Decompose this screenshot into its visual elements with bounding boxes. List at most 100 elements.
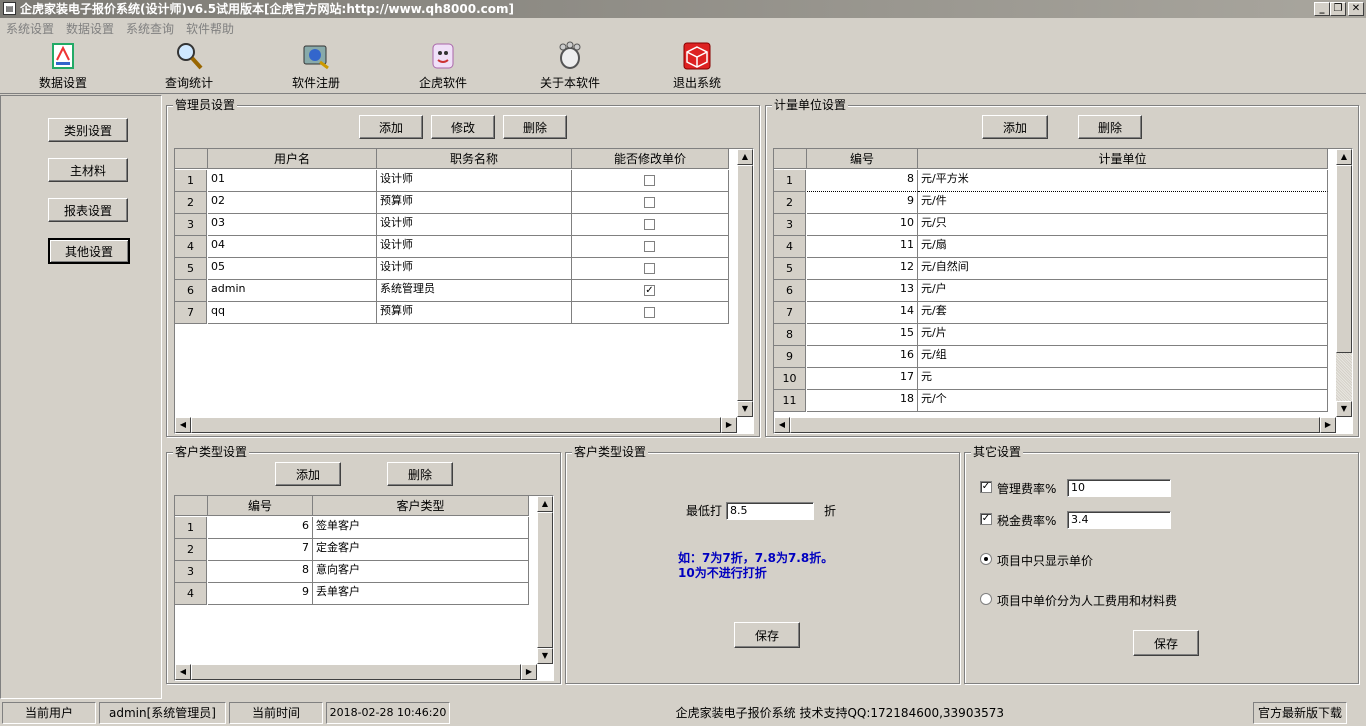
unit-name-cell[interactable]: 元 — [918, 368, 1328, 390]
sidebar-item-other-settings[interactable]: 其他设置 — [48, 238, 130, 264]
admin-table[interactable]: 用户名 职务名称 能否修改单价 1 01 设计师 2 02 预算师 3 03 设计师 4 04 设计师… — [174, 148, 754, 434]
toolbar-query-stats[interactable]: 查询统计 — [144, 40, 234, 92]
unit-price-only-radio[interactable] — [980, 553, 992, 565]
admin-user-cell[interactable]: admin — [208, 280, 377, 302]
admin-user-cell[interactable]: 05 — [208, 258, 377, 280]
minimize-button[interactable]: _ — [1314, 2, 1330, 16]
admin-edit-button[interactable]: 修改 — [431, 115, 495, 139]
units-delete-button[interactable]: 删除 — [1078, 115, 1142, 139]
admin-role-cell[interactable]: 设计师 — [377, 236, 572, 258]
official-download-link[interactable]: 官方最新版下载 — [1253, 702, 1347, 724]
menu-data-settings[interactable]: 数据设置 — [66, 20, 114, 37]
vertical-scrollbar[interactable]: ▲ ▼ — [537, 496, 553, 664]
customer-types-add-button[interactable]: 添加 — [275, 462, 341, 486]
toolbar-about[interactable]: 关于本软件 — [525, 40, 615, 92]
admin-can-edit-cell[interactable] — [572, 258, 729, 280]
scroll-thumb[interactable] — [191, 417, 721, 433]
restore-button[interactable]: ❐ — [1330, 2, 1346, 16]
customer-type-name-cell[interactable]: 定金客户 — [313, 539, 529, 561]
scroll-left-button[interactable]: ◀ — [175, 417, 191, 433]
mgmt-fee-input[interactable]: 10 — [1067, 479, 1171, 497]
unit-id-cell[interactable]: 18 — [807, 390, 918, 412]
admin-user-cell[interactable]: 01 — [208, 170, 377, 192]
unit-name-cell[interactable]: 元/只 — [918, 214, 1328, 236]
unit-id-cell[interactable]: 11 — [807, 236, 918, 258]
vertical-scrollbar[interactable]: ▲ ▼ — [737, 149, 753, 417]
unit-id-cell[interactable]: 17 — [807, 368, 918, 390]
column-header[interactable]: 计量单位 — [918, 149, 1328, 169]
scroll-thumb[interactable] — [537, 512, 553, 648]
column-header[interactable]: 职务名称 — [377, 149, 572, 169]
unit-id-cell[interactable]: 8 — [807, 170, 918, 192]
unit-id-cell[interactable]: 9 — [807, 192, 918, 214]
admin-user-cell[interactable]: 02 — [208, 192, 377, 214]
admin-role-cell[interactable]: 预算师 — [377, 302, 572, 324]
customer-types-table[interactable]: 编号 客户类型 1 6 签单客户 2 7 定金客户 3 8 意向客户 4 9 丢单客户 ▲ ▼ ◀ ▶ — [174, 495, 554, 681]
menu-system-query[interactable]: 系统查询 — [126, 20, 174, 37]
can-edit-checkbox[interactable] — [644, 241, 655, 252]
scroll-thumb[interactable] — [1336, 165, 1352, 353]
toolbar-register[interactable]: 软件注册 — [271, 40, 361, 92]
unit-name-cell[interactable]: 元/组 — [918, 346, 1328, 368]
column-header[interactable]: 编号 — [807, 149, 918, 169]
can-edit-checkbox[interactable] — [644, 175, 655, 186]
unit-id-cell[interactable]: 15 — [807, 324, 918, 346]
can-edit-checkbox[interactable]: ✓ — [644, 285, 655, 296]
unit-name-cell[interactable]: 元/个 — [918, 390, 1328, 412]
can-edit-checkbox[interactable] — [644, 263, 655, 274]
scroll-right-button[interactable]: ▶ — [721, 417, 737, 433]
customer-type-id-cell[interactable]: 6 — [208, 517, 313, 539]
unit-name-cell[interactable]: 元/户 — [918, 280, 1328, 302]
scroll-down-button[interactable]: ▼ — [537, 648, 553, 664]
menu-system-settings[interactable]: 系统设置 — [6, 20, 54, 37]
column-header[interactable]: 编号 — [208, 496, 313, 516]
admin-can-edit-cell[interactable]: ✓ — [572, 280, 729, 302]
sidebar-item-main-materials[interactable]: 主材料 — [48, 158, 128, 182]
scroll-thumb[interactable] — [790, 417, 1320, 433]
unit-id-cell[interactable]: 16 — [807, 346, 918, 368]
unit-id-cell[interactable]: 12 — [807, 258, 918, 280]
units-table[interactable]: 编号 计量单位 1 8 元/平方米 2 9 元/件 3 10 元/只 4 11 元/扇 5 12 元/自然间… — [773, 148, 1353, 434]
scroll-up-button[interactable]: ▲ — [537, 496, 553, 512]
can-edit-checkbox[interactable] — [644, 307, 655, 318]
toolbar-data-settings[interactable]: 数据设置 — [18, 40, 108, 92]
discount-save-button[interactable]: 保存 — [734, 622, 800, 648]
toolbar-tiger-soft[interactable]: 企虎软件 — [398, 40, 488, 92]
scroll-right-button[interactable]: ▶ — [521, 664, 537, 680]
scroll-up-button[interactable]: ▲ — [737, 149, 753, 165]
scroll-thumb[interactable] — [191, 664, 521, 680]
unit-name-cell[interactable]: 元/平方米 — [918, 170, 1328, 192]
toolbar-exit[interactable]: 退出系统 — [652, 40, 742, 92]
admin-can-edit-cell[interactable] — [572, 170, 729, 192]
horizontal-scrollbar[interactable]: ◀ ▶ — [175, 664, 537, 680]
admin-can-edit-cell[interactable] — [572, 236, 729, 258]
menu-software-help[interactable]: 软件帮助 — [186, 20, 234, 37]
units-add-button[interactable]: 添加 — [982, 115, 1048, 139]
can-edit-checkbox[interactable] — [644, 197, 655, 208]
mgmt-fee-checkbox[interactable]: ✓ — [980, 481, 992, 493]
admin-can-edit-cell[interactable] — [572, 214, 729, 236]
scroll-left-button[interactable]: ◀ — [774, 417, 790, 433]
sidebar-item-category-settings[interactable]: 类别设置 — [48, 118, 128, 142]
unit-name-cell[interactable]: 元/自然间 — [918, 258, 1328, 280]
admin-role-cell[interactable]: 设计师 — [377, 214, 572, 236]
admin-can-edit-cell[interactable] — [572, 302, 729, 324]
admin-add-button[interactable]: 添加 — [359, 115, 423, 139]
unit-id-cell[interactable]: 10 — [807, 214, 918, 236]
customer-type-id-cell[interactable]: 7 — [208, 539, 313, 561]
horizontal-scrollbar[interactable]: ◀ ▶ — [774, 417, 1336, 433]
admin-user-cell[interactable]: qq — [208, 302, 377, 324]
scroll-down-button[interactable]: ▼ — [737, 401, 753, 417]
column-header[interactable]: 用户名 — [208, 149, 377, 169]
unit-name-cell[interactable]: 元/片 — [918, 324, 1328, 346]
tax-rate-input[interactable]: 3.4 — [1067, 511, 1171, 529]
customer-type-name-cell[interactable]: 签单客户 — [313, 517, 529, 539]
scroll-up-button[interactable]: ▲ — [1336, 149, 1352, 165]
vertical-scrollbar[interactable]: ▲ ▼ — [1336, 149, 1352, 417]
scroll-right-button[interactable]: ▶ — [1320, 417, 1336, 433]
tax-rate-checkbox[interactable]: ✓ — [980, 513, 992, 525]
scroll-down-button[interactable]: ▼ — [1336, 401, 1352, 417]
customer-types-delete-button[interactable]: 删除 — [387, 462, 453, 486]
unit-name-cell[interactable]: 元/件 — [918, 192, 1328, 214]
min-discount-input[interactable]: 8.5 — [726, 502, 814, 520]
